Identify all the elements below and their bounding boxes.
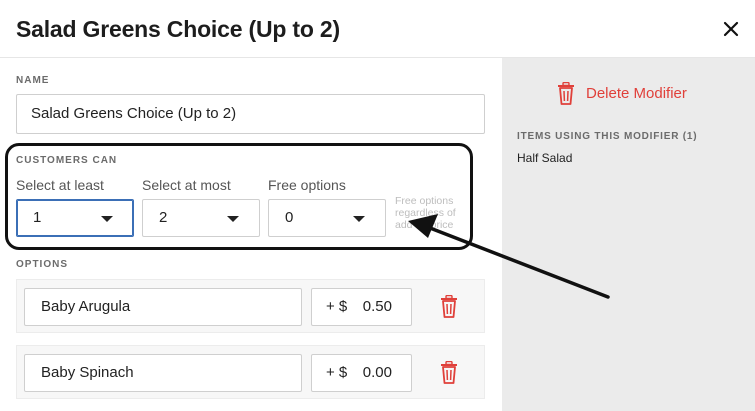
option-name-input[interactable]: Baby Arugula xyxy=(24,288,302,326)
items-using-label: ITEMS USING THIS MODIFIER (1) xyxy=(517,131,698,142)
price-value: 0.50 xyxy=(362,298,392,315)
delete-option-button[interactable] xyxy=(438,294,460,319)
option-row: Baby Arugula + $ 0.50 xyxy=(16,279,485,333)
modal-header: Salad Greens Choice (Up to 2) xyxy=(0,0,755,58)
option-price-input[interactable]: + $ 0.00 xyxy=(311,354,412,392)
option-price-input[interactable]: + $ 0.50 xyxy=(311,288,412,326)
option-name-input[interactable]: Baby Spinach xyxy=(24,354,302,392)
option-row: Baby Spinach + $ 0.00 xyxy=(16,345,485,399)
annotation-callout-box xyxy=(5,143,473,250)
name-label: NAME xyxy=(16,75,50,86)
price-value: 0.00 xyxy=(362,364,392,381)
trash-icon xyxy=(558,82,574,105)
price-prefix: + $ xyxy=(326,364,348,381)
item-using-modifier[interactable]: Half Salad xyxy=(517,151,572,165)
price-prefix: + $ xyxy=(326,298,348,315)
delete-option-button[interactable] xyxy=(438,360,460,385)
modal-title: Salad Greens Choice (Up to 2) xyxy=(16,16,340,42)
trash-icon xyxy=(441,294,457,318)
modifier-sidebar xyxy=(502,58,755,411)
close-button[interactable] xyxy=(718,16,744,42)
close-icon xyxy=(723,21,739,37)
name-input[interactable]: Salad Greens Choice (Up to 2) xyxy=(16,94,485,134)
options-label: OPTIONS xyxy=(16,259,69,270)
delete-modifier-label: Delete Modifier xyxy=(586,85,687,102)
trash-icon xyxy=(441,360,457,384)
